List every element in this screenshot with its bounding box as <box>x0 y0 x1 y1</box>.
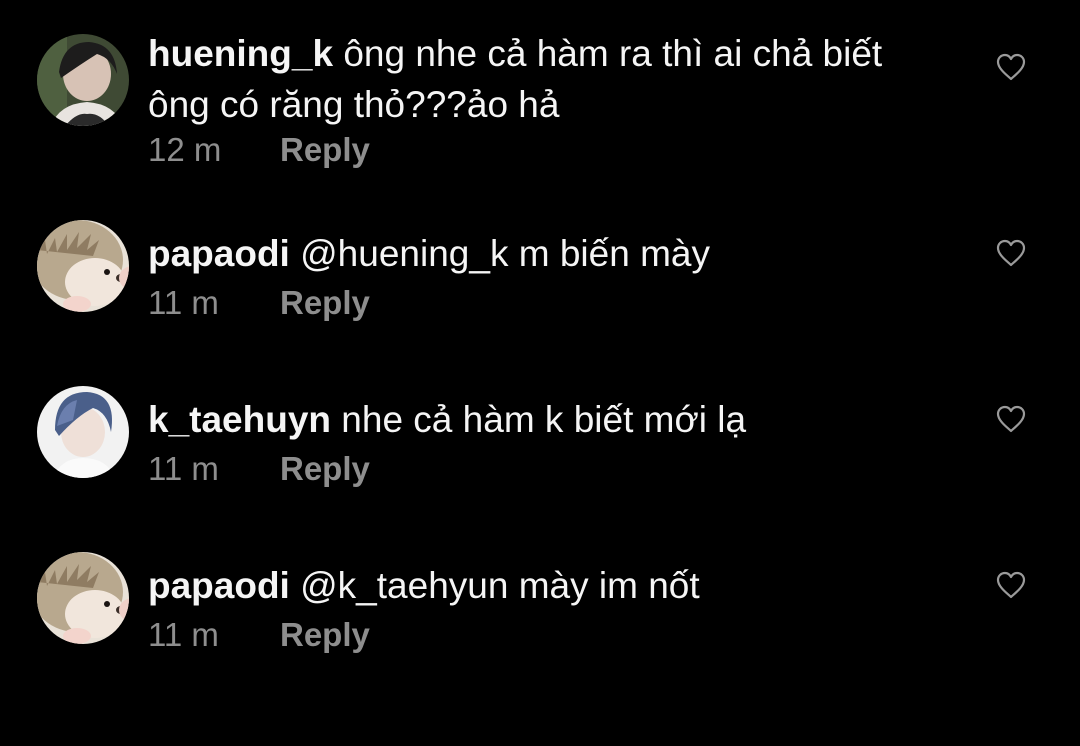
like-button[interactable] <box>996 571 1026 599</box>
like-button[interactable] <box>996 53 1026 81</box>
comment-username[interactable]: papaodi <box>148 565 290 606</box>
comment-timestamp: 11 m <box>148 284 219 321</box>
comment-message: nhe cả hàm k biết mới lạ <box>341 399 747 440</box>
comment-text: papaodi @k_taehyun mày im nốt <box>148 560 948 611</box>
person-avatar-icon <box>37 34 129 126</box>
person-avatar-icon <box>37 386 129 478</box>
heart-outline-icon <box>996 405 1026 433</box>
comment-message: @k_taehyun mày im nốt <box>300 565 700 606</box>
reply-button[interactable]: Reply <box>280 284 370 321</box>
heart-outline-icon <box>996 239 1026 267</box>
comment-timestamp: 11 m <box>148 616 219 653</box>
comment-text: huening_k ông nhe cả hàm ra thì ai chả b… <box>148 28 948 130</box>
comment-text: papaodi @huening_k m biến mày <box>148 228 948 279</box>
reply-button[interactable]: Reply <box>280 616 370 653</box>
user-avatar[interactable] <box>37 220 129 312</box>
hedgehog-avatar-icon <box>37 220 129 312</box>
user-avatar[interactable] <box>37 34 129 126</box>
reply-button[interactable]: Reply <box>280 450 370 487</box>
comment-username[interactable]: papaodi <box>148 233 290 274</box>
comment-username[interactable]: k_taehuyn <box>148 399 331 440</box>
comment-timestamp: 12 m <box>148 131 222 168</box>
comment-meta: 11 m Reply <box>148 615 370 655</box>
comment-text: k_taehuyn nhe cả hàm k biết mới lạ <box>148 394 948 445</box>
heart-outline-icon <box>996 571 1026 599</box>
comment-meta: 11 m Reply <box>148 449 370 489</box>
comment-message: @huening_k m biến mày <box>300 233 710 274</box>
comment-timestamp: 11 m <box>148 450 219 487</box>
heart-outline-icon <box>996 53 1026 81</box>
user-avatar[interactable] <box>37 552 129 644</box>
comment-meta: 11 m Reply <box>148 283 370 323</box>
like-button[interactable] <box>996 239 1026 267</box>
comment-meta: 12 m Reply <box>148 130 370 170</box>
hedgehog-avatar-icon <box>37 552 129 644</box>
like-button[interactable] <box>996 405 1026 433</box>
reply-button[interactable]: Reply <box>280 131 370 168</box>
user-avatar[interactable] <box>37 386 129 478</box>
comment-username[interactable]: huening_k <box>148 33 333 74</box>
